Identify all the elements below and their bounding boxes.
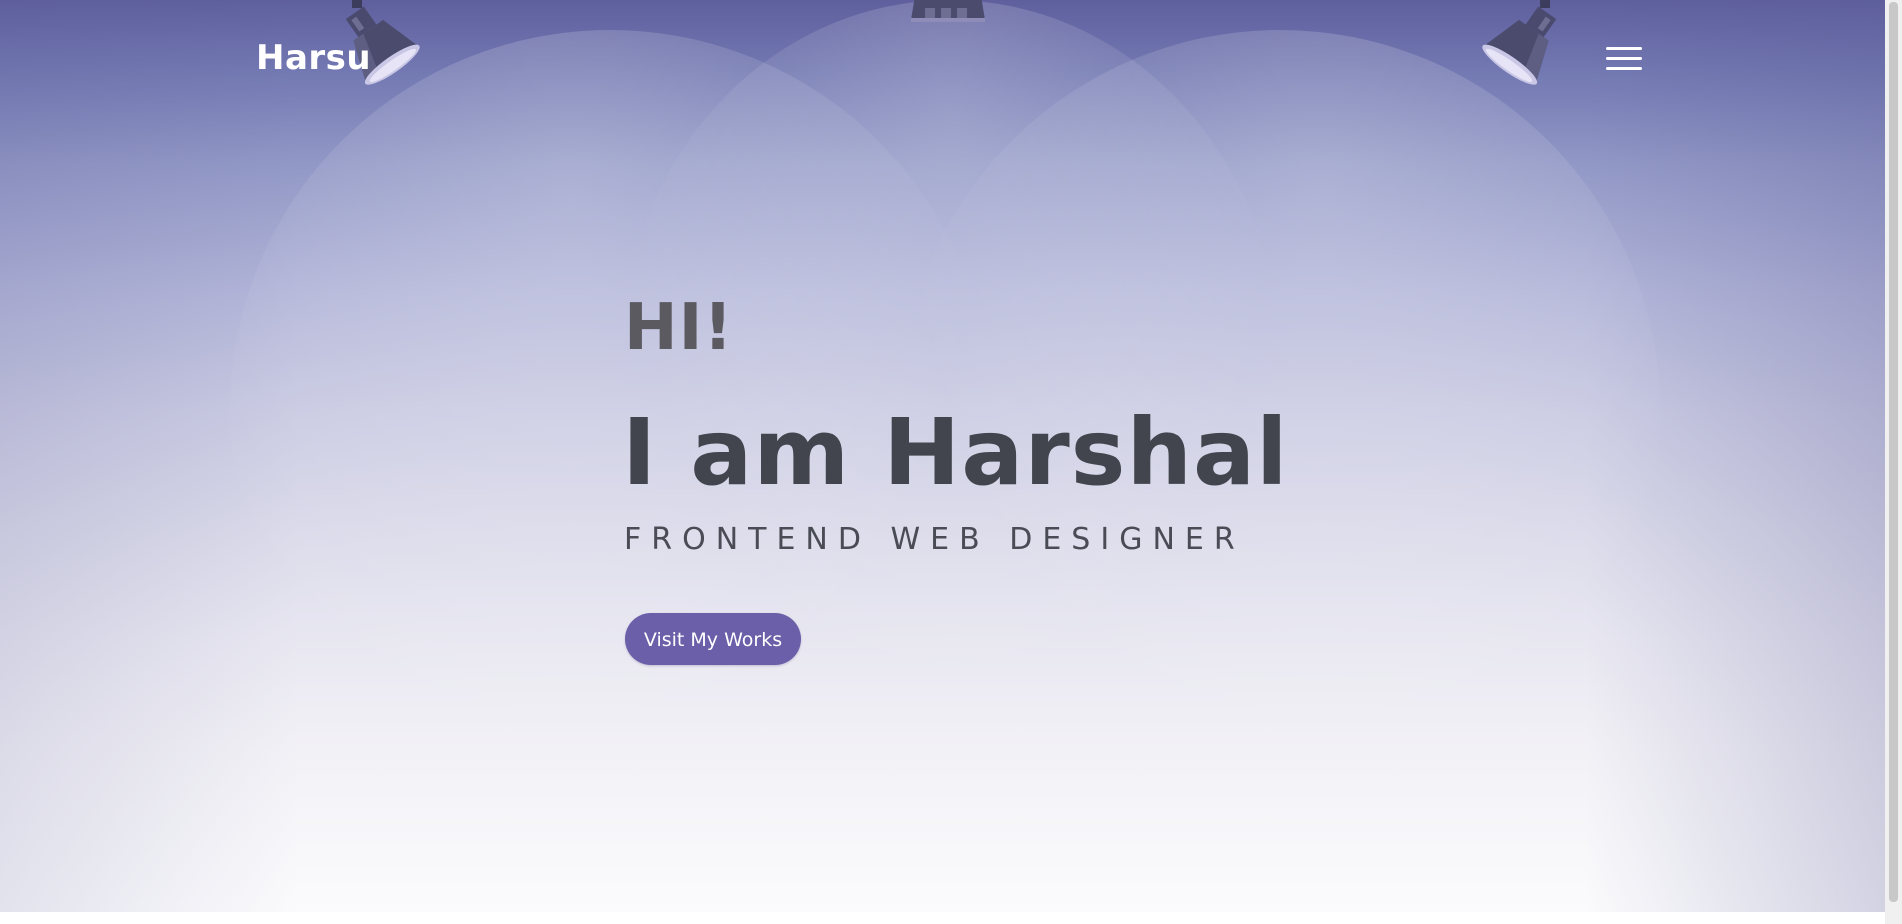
left-vignette (0, 0, 300, 912)
menu-bar-top (1606, 47, 1642, 50)
spotlight-right-icon (1452, 0, 1562, 104)
spotlight-center-icon (905, 0, 991, 26)
right-vignette (1585, 0, 1885, 912)
hero-section: Harsu HI! I am Harshal FRONTEND WEB DESI… (0, 0, 1885, 912)
hero-greeting: HI! (624, 291, 734, 365)
scrollbar-thumb[interactable] (1889, 2, 1898, 902)
hamburger-menu-icon[interactable] (1604, 44, 1644, 76)
hero-subtitle: FRONTEND WEB DESIGNER (624, 522, 1245, 557)
menu-bar-bottom (1606, 67, 1642, 70)
hero-headline: I am Harshal (622, 399, 1289, 506)
site-logo[interactable]: Harsu (256, 38, 371, 78)
menu-bar-middle (1606, 57, 1642, 60)
visit-my-works-button[interactable]: Visit My Works (625, 613, 801, 665)
page-viewport: Harsu HI! I am Harshal FRONTEND WEB DESI… (0, 0, 1902, 924)
